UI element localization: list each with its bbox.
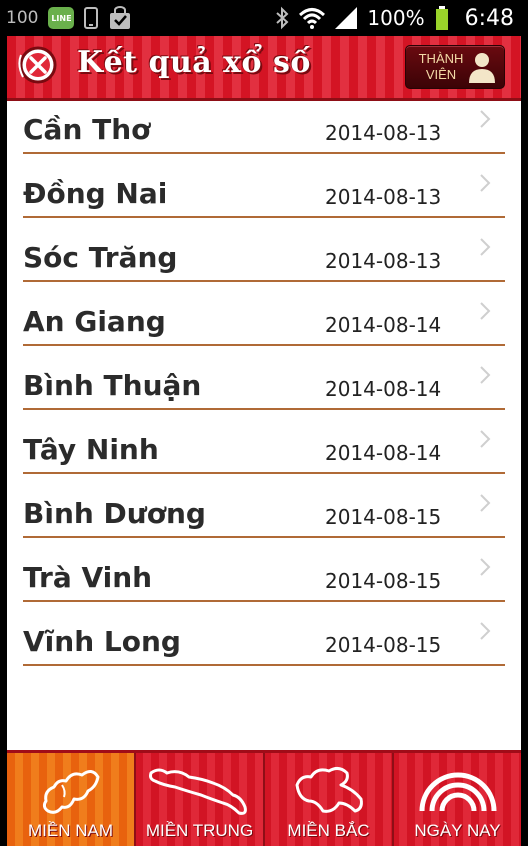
chevron-right-icon xyxy=(480,110,491,128)
wifi-icon xyxy=(299,8,326,29)
status-bar: 100 LINE 100% 6:48 xyxy=(0,0,528,36)
draw-date: 2014-08-15 xyxy=(325,633,442,657)
result-row[interactable]: Bình Dương 2014-08-15 xyxy=(7,485,521,549)
status-bar-right: 100% 6:48 xyxy=(275,0,514,36)
north-region-map-icon xyxy=(295,766,363,813)
province-name: Vĩnh Long xyxy=(23,625,181,658)
tab-label: MIỀN BẮC xyxy=(287,821,370,840)
province-name: Tây Ninh xyxy=(23,433,159,466)
result-row[interactable]: Trà Vinh 2014-08-15 xyxy=(7,549,521,613)
app-header: Kết quả xổ số THÀNH VIÊN xyxy=(7,36,521,101)
result-row[interactable]: Cần Thơ 2014-08-13 xyxy=(7,101,521,165)
draw-date: 2014-08-15 xyxy=(325,569,442,593)
row-divider xyxy=(23,472,505,474)
row-divider xyxy=(23,536,505,538)
chevron-right-icon xyxy=(480,494,491,512)
bottom-navigation: MIỀN NAM MIỀN TRUNG MIỀN BẮC NGÀY NAY xyxy=(7,750,521,846)
row-divider xyxy=(23,600,505,602)
draw-date: 2014-08-13 xyxy=(325,121,442,145)
app-title: Kết quả xổ số xyxy=(77,45,311,80)
result-row[interactable]: Sóc Trăng 2014-08-13 xyxy=(7,229,521,293)
signal-icon xyxy=(335,7,358,29)
tab-label: MIỀN TRUNG xyxy=(145,821,254,840)
province-name: Trà Vinh xyxy=(23,561,153,594)
draw-date: 2014-08-15 xyxy=(325,505,442,529)
row-divider xyxy=(23,280,505,282)
draw-date: 2014-08-13 xyxy=(325,249,442,273)
battery-icon xyxy=(435,6,448,30)
tab-mien-trung[interactable]: MIỀN TRUNG xyxy=(136,753,265,846)
rainbow-icon xyxy=(419,772,496,812)
chevron-right-icon xyxy=(480,238,491,256)
tab-mien-nam[interactable]: MIỀN NAM xyxy=(7,753,136,846)
province-name: An Giang xyxy=(23,305,166,338)
member-button[interactable]: THÀNH VIÊN xyxy=(405,45,505,89)
draw-date: 2014-08-14 xyxy=(325,377,442,401)
province-name: Cần Thơ xyxy=(23,113,151,146)
result-row[interactable]: Bình Thuận 2014-08-14 xyxy=(7,357,521,421)
row-divider xyxy=(23,216,505,218)
tab-label: NGÀY NAY xyxy=(414,821,501,840)
results-list: Cần Thơ 2014-08-13 Đồng Nai 2014-08-13 Sóc T… xyxy=(7,101,521,677)
phone-icon xyxy=(84,7,99,29)
province-name: Bình Thuận xyxy=(23,369,202,402)
draw-date: 2014-08-14 xyxy=(325,313,442,337)
result-row[interactable]: An Giang 2014-08-14 xyxy=(7,293,521,357)
result-row[interactable]: Đồng Nai 2014-08-13 xyxy=(7,165,521,229)
line-app-icon: LINE xyxy=(48,7,75,29)
clock: 6:48 xyxy=(464,5,514,31)
row-divider xyxy=(23,344,505,346)
chevron-right-icon xyxy=(480,558,491,576)
chevron-right-icon xyxy=(480,430,491,448)
south-region-map-icon xyxy=(42,770,99,814)
lottery-logo-icon xyxy=(18,46,57,84)
shopping-bag-icon xyxy=(110,6,131,29)
row-divider xyxy=(23,664,505,666)
user-icon xyxy=(469,53,495,83)
chevron-right-icon xyxy=(480,366,491,384)
result-row[interactable]: Tây Ninh 2014-08-14 xyxy=(7,421,521,485)
chevron-right-icon xyxy=(480,174,491,192)
province-name: Bình Dương xyxy=(23,497,206,530)
row-divider xyxy=(23,408,505,410)
notification-count: 100 xyxy=(6,8,39,28)
central-region-map-icon xyxy=(148,768,247,815)
province-name: Sóc Trăng xyxy=(23,241,178,274)
bluetooth-icon xyxy=(276,6,289,30)
chevron-right-icon xyxy=(480,302,491,320)
battery-percent: 100% xyxy=(367,6,425,30)
draw-date: 2014-08-14 xyxy=(325,441,442,465)
app-window: Kết quả xổ số THÀNH VIÊN Cần Thơ 2014-08-… xyxy=(7,36,521,846)
status-bar-left: 100 LINE xyxy=(6,0,132,36)
member-button-label: THÀNH VIÊN xyxy=(418,51,464,82)
tab-ngay-nay[interactable]: NGÀY NAY xyxy=(394,753,521,846)
row-divider xyxy=(23,152,505,154)
result-row[interactable]: Vĩnh Long 2014-08-15 xyxy=(7,613,521,677)
tab-mien-bac[interactable]: MIỀN BẮC xyxy=(265,753,394,846)
chevron-right-icon xyxy=(480,622,491,640)
draw-date: 2014-08-13 xyxy=(325,185,442,209)
tab-label: MIỀN NAM xyxy=(28,821,113,840)
province-name: Đồng Nai xyxy=(23,177,168,210)
